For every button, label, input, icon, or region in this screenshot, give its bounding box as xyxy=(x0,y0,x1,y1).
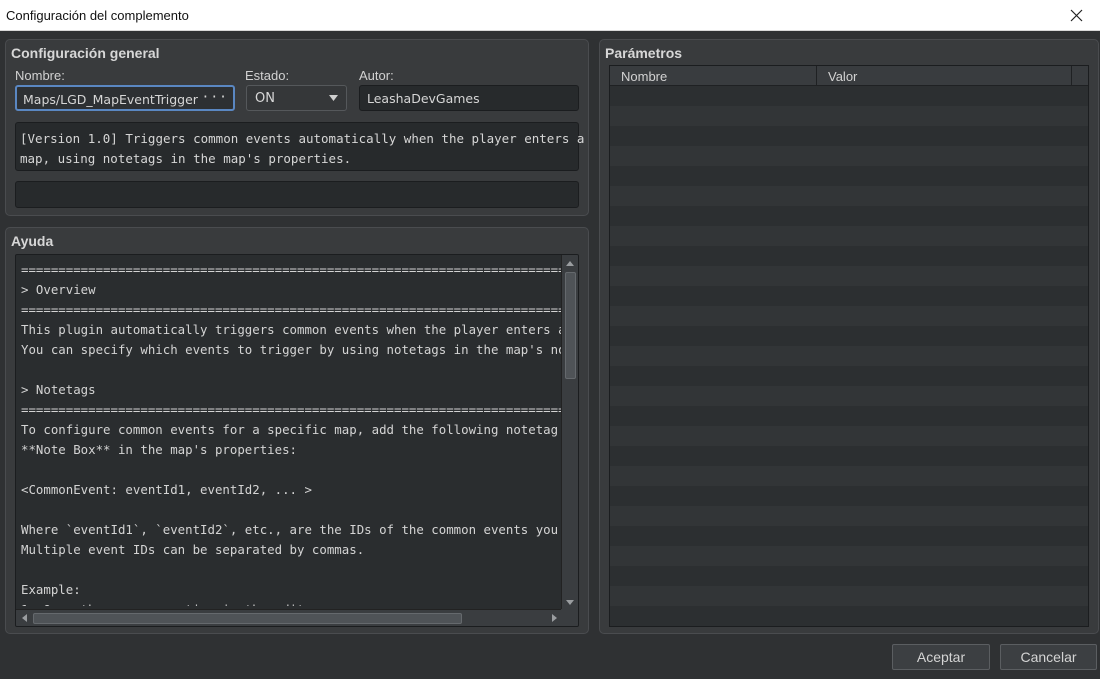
description-text: [Version 1.0] Triggers common events aut… xyxy=(20,131,585,166)
horizontal-scrollbar[interactable] xyxy=(16,609,563,626)
scroll-corner xyxy=(561,609,578,626)
table-body xyxy=(610,86,1088,626)
vertical-scroll-thumb[interactable] xyxy=(565,272,576,379)
scroll-up-icon[interactable] xyxy=(562,256,578,271)
status-label: Estado: xyxy=(245,68,290,83)
general-header: Configuración general xyxy=(11,45,160,61)
table-row xyxy=(610,406,1088,426)
browse-button[interactable]: ··· xyxy=(202,90,228,105)
cancel-button[interactable]: Cancelar xyxy=(1000,644,1097,670)
column-header-value[interactable]: Valor xyxy=(817,66,1072,86)
window-title: Configuración del complemento xyxy=(6,8,189,23)
name-field[interactable]: Maps/LGD_MapEventTrigger ··· xyxy=(15,85,235,111)
params-header: Parámetros xyxy=(605,45,683,61)
name-label: Nombre: xyxy=(15,68,65,83)
help-panel: Ayuda ==================================… xyxy=(5,227,589,634)
author-field[interactable]: LeashaDevGames xyxy=(359,85,579,111)
table-row xyxy=(610,86,1088,106)
table-row xyxy=(610,466,1088,486)
chevron-down-icon xyxy=(329,95,338,101)
table-row xyxy=(610,346,1088,366)
help-text-area[interactable]: ========================================… xyxy=(15,254,579,627)
table-row xyxy=(610,586,1088,606)
table-row xyxy=(610,566,1088,586)
table-row xyxy=(610,426,1088,446)
scroll-right-icon[interactable] xyxy=(547,610,562,626)
table-row xyxy=(610,446,1088,466)
table-row xyxy=(610,486,1088,506)
table-row xyxy=(610,106,1088,126)
accept-button[interactable]: Aceptar xyxy=(892,644,990,670)
scroll-left-icon[interactable] xyxy=(17,610,32,626)
table-row xyxy=(610,146,1088,166)
scroll-down-icon[interactable] xyxy=(562,595,578,610)
table-row xyxy=(610,366,1088,386)
close-icon xyxy=(1070,9,1083,22)
table-header: Nombre Valor xyxy=(610,66,1088,86)
status-select[interactable]: ON xyxy=(246,85,347,111)
title-bar: Configuración del complemento xyxy=(0,0,1100,31)
params-table[interactable]: Nombre Valor xyxy=(609,65,1089,627)
table-row xyxy=(610,506,1088,526)
table-row xyxy=(610,126,1088,146)
table-row xyxy=(610,286,1088,306)
table-row xyxy=(610,226,1088,246)
table-row xyxy=(610,326,1088,346)
vertical-scrollbar[interactable] xyxy=(561,255,578,611)
horizontal-scroll-thumb[interactable] xyxy=(33,613,462,624)
table-row xyxy=(610,306,1088,326)
table-row xyxy=(610,266,1088,286)
table-row xyxy=(610,186,1088,206)
extra-field[interactable] xyxy=(15,181,579,208)
name-value: Maps/LGD_MapEventTrigger xyxy=(23,92,198,107)
table-row xyxy=(610,526,1088,546)
column-header-name[interactable]: Nombre xyxy=(610,66,817,86)
author-value: LeashaDevGames xyxy=(367,91,480,106)
status-value: ON xyxy=(255,91,275,106)
params-panel: Parámetros Nombre Valor xyxy=(599,39,1099,634)
author-label: Autor: xyxy=(359,68,394,83)
table-row xyxy=(610,246,1088,266)
close-button[interactable] xyxy=(1054,0,1100,31)
general-panel: Configuración general Nombre: Estado: Au… xyxy=(5,39,589,216)
table-row xyxy=(610,206,1088,226)
table-row xyxy=(610,606,1088,626)
table-row xyxy=(610,166,1088,186)
description-field[interactable]: [Version 1.0] Triggers common events aut… xyxy=(15,122,584,171)
table-row xyxy=(610,546,1088,566)
table-row xyxy=(610,386,1088,406)
help-text: ========================================… xyxy=(21,262,561,606)
help-header: Ayuda xyxy=(11,233,54,249)
